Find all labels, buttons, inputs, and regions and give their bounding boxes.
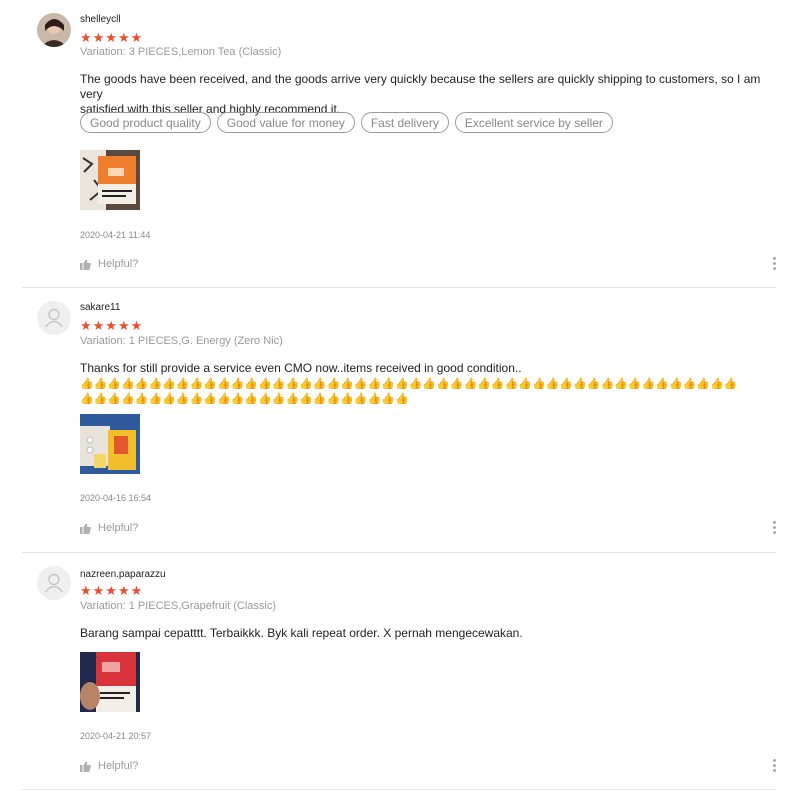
review-tags: Good product quality Good value for mone… (80, 112, 613, 133)
avatar[interactable] (37, 301, 71, 335)
user-placeholder-icon (37, 566, 71, 600)
divider (22, 789, 776, 790)
comment-line: The goods have been received, and the go… (80, 72, 761, 101)
username[interactable]: shelleycll (80, 14, 121, 25)
variation-text: Variation: 1 PIECES,Grapefruit (Classic) (80, 600, 277, 612)
review-item: shelleycll ★★★★★ Variation: 3 PIECES,Lem… (0, 0, 791, 288)
review-item: nazreen.paparazzu ★★★★★ Variation: 1 PIE… (0, 553, 791, 789)
review-comment: The goods have been received, and the go… (80, 72, 770, 117)
more-vertical-icon[interactable] (770, 759, 778, 775)
comment-line: 👍👍👍👍👍👍👍👍👍👍👍👍👍👍👍👍👍👍👍👍👍👍👍👍👍👍👍👍👍👍👍👍👍👍👍👍👍👍👍👍… (80, 377, 738, 390)
user-placeholder-icon (37, 301, 71, 335)
comment-line: 👍👍👍👍👍👍👍👍👍👍👍👍👍👍👍👍👍👍👍👍👍👍👍👍 (80, 392, 409, 405)
thumbs-up-icon (80, 259, 91, 270)
helpful-label: Helpful? (98, 760, 139, 772)
thumbs-up-icon (80, 761, 91, 772)
more-vertical-icon[interactable] (770, 257, 778, 273)
review-date: 2020-04-21 20:57 (80, 731, 152, 741)
helpful-button[interactable]: Helpful? (80, 258, 138, 270)
review-item: sakare11 ★★★★★ Variation: 1 PIECES,G. En… (0, 288, 791, 552)
variation-text: Variation: 3 PIECES,Lemon Tea (Classic) (80, 46, 282, 58)
review-photo[interactable] (80, 414, 140, 474)
rating-stars: ★★★★★ (80, 583, 144, 598)
review-comment: Barang sampai cepatttt. Terbaikkk. Byk k… (80, 626, 770, 641)
review-date: 2020-04-21 11:44 (80, 230, 151, 240)
avatar[interactable] (37, 566, 71, 600)
comment-line: Barang sampai cepatttt. Terbaikkk. Byk k… (80, 626, 523, 640)
variation-text: Variation: 1 PIECES,G. Energy (Zero Nic) (80, 335, 283, 347)
helpful-label: Helpful? (98, 522, 139, 534)
more-vertical-icon[interactable] (770, 521, 778, 537)
tag-good-value: Good value for money (216, 112, 355, 133)
helpful-label: Helpful? (98, 258, 139, 270)
helpful-button[interactable]: Helpful? (80, 760, 138, 772)
thumbs-up-icon (80, 523, 91, 534)
review-photo[interactable] (80, 150, 140, 210)
tag-fast-delivery: Fast delivery (360, 112, 449, 133)
avatar[interactable] (37, 13, 71, 47)
review-date: 2020-04-16 16:54 (80, 493, 152, 503)
rating-stars: ★★★★★ (80, 30, 144, 45)
review-comment: Thanks for still provide a service even … (80, 361, 775, 406)
username[interactable]: nazreen.paparazzu (80, 569, 166, 580)
username[interactable]: sakare11 (80, 302, 120, 313)
rating-stars: ★★★★★ (80, 318, 144, 333)
helpful-button[interactable]: Helpful? (80, 522, 138, 534)
tag-excellent-service: Excellent service by seller (454, 112, 613, 133)
comment-line: Thanks for still provide a service even … (80, 361, 522, 375)
review-photo[interactable] (80, 652, 140, 712)
tag-good-product-quality: Good product quality (80, 112, 211, 133)
